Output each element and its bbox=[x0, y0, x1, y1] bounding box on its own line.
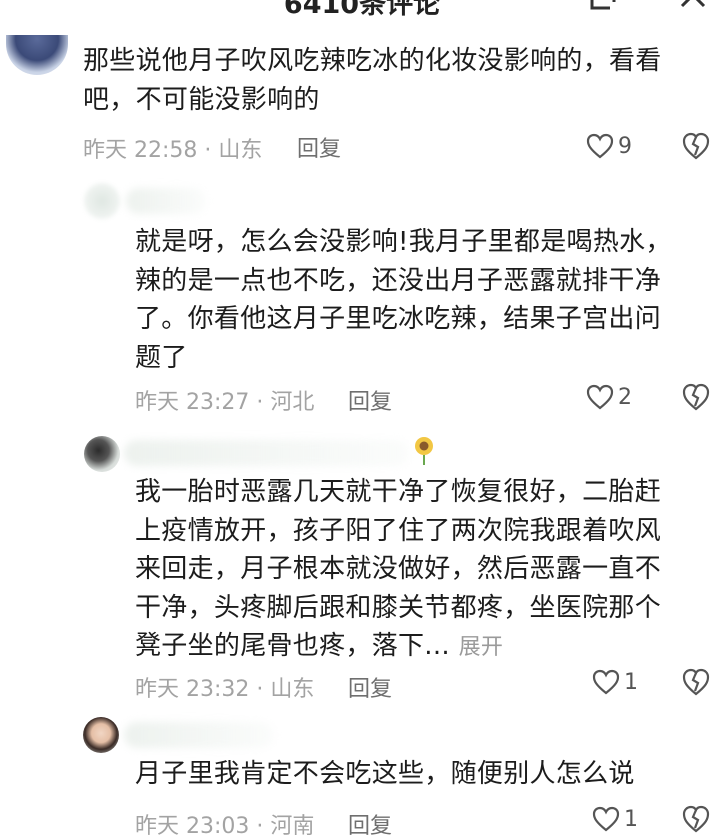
comment-time-location: 昨天 23:27 · 河北 bbox=[135, 390, 315, 415]
like-count: 1 bbox=[624, 806, 638, 832]
dislike-icon[interactable] bbox=[681, 804, 711, 834]
like-button[interactable]: 1 bbox=[592, 804, 638, 834]
username bbox=[126, 188, 206, 214]
like-button[interactable]: 2 bbox=[586, 382, 632, 412]
avatar[interactable] bbox=[6, 35, 68, 75]
close-icon[interactable] bbox=[676, 0, 710, 16]
heart-icon bbox=[586, 133, 614, 159]
avatar[interactable] bbox=[84, 183, 120, 219]
comment-text: 那些说他月子吹风吃辣吃冰的化妆没影响的，看看 吧，不可能没影响的 bbox=[83, 46, 662, 115]
reply-button[interactable]: 回复 bbox=[348, 808, 392, 840]
reply-button[interactable]: 回复 bbox=[348, 671, 392, 703]
comment-time-location: 昨天 23:03 · 河南 bbox=[135, 814, 315, 839]
like-count: 9 bbox=[618, 133, 632, 159]
reply-button[interactable]: 回复 bbox=[297, 131, 341, 163]
expand-link[interactable]: 展开 bbox=[459, 635, 504, 660]
username bbox=[124, 440, 409, 466]
like-count: 1 bbox=[624, 669, 638, 695]
comment-text-body: 我一胎时恶露几天就干净了恢复很好，二胎赶 上疫情放开，孩子阳了住了两次院我跟着吹… bbox=[135, 477, 662, 661]
like-button[interactable]: 1 bbox=[592, 667, 638, 697]
avatar[interactable] bbox=[84, 436, 120, 472]
reply-button[interactable]: 回复 bbox=[348, 384, 392, 416]
like-count: 2 bbox=[618, 384, 632, 410]
comment-text: 我一胎时恶露几天就干净了恢复很好，二胎赶 上疫情放开，孩子阳了住了两次院我跟着吹… bbox=[135, 473, 705, 668]
heart-icon bbox=[592, 806, 620, 832]
comment-text: 月子里我肯定不会吃这些，随便别人怎么说 bbox=[135, 759, 635, 789]
comments-header: 6410条评论 bbox=[0, 0, 724, 22]
comment-time-location: 昨天 22:58 · 山东 bbox=[83, 138, 263, 163]
sunflower-icon bbox=[415, 437, 433, 465]
heart-icon bbox=[586, 384, 614, 410]
comment-text: 就是呀，怎么会没影响!我月子里都是喝热水， 辣的是一点也不吃，还没出月子恶露就排… bbox=[135, 227, 672, 373]
like-button[interactable]: 9 bbox=[586, 131, 632, 161]
dislike-icon[interactable] bbox=[681, 382, 711, 412]
dislike-icon[interactable] bbox=[681, 667, 711, 697]
comment-time-location: 昨天 23:32 · 山东 bbox=[135, 677, 315, 702]
username bbox=[124, 722, 274, 748]
dislike-icon[interactable] bbox=[681, 131, 711, 161]
heart-icon bbox=[592, 669, 620, 695]
avatar[interactable] bbox=[83, 717, 119, 753]
expand-icon[interactable] bbox=[586, 0, 620, 16]
